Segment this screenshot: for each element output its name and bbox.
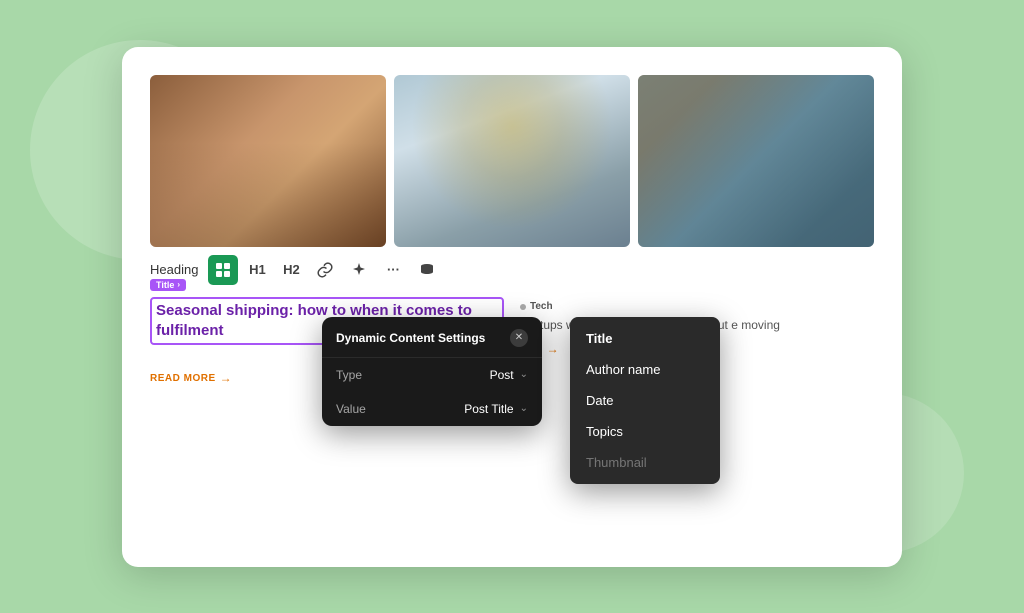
value-dropdown-menu: TitleAuthor nameDateTopicsThumbnail — [570, 317, 720, 484]
h1-button[interactable]: H1 — [242, 255, 272, 285]
dropdown-item-title[interactable]: Title — [570, 323, 720, 354]
main-card: Heading H1 H2 ··· — [122, 47, 902, 567]
dropdown-item-author-name[interactable]: Author name — [570, 354, 720, 385]
modal-value-value: Post Title — [464, 402, 513, 416]
modal-header: Dynamic Content Settings ✕ — [322, 317, 542, 358]
modal-value-row: Value Post Title ⌄ — [322, 392, 542, 426]
database-button[interactable] — [412, 255, 442, 285]
modal-type-value: Post — [490, 368, 514, 382]
h2-button[interactable]: H2 — [276, 255, 306, 285]
modal-type-chevron: ⌄ — [520, 369, 528, 380]
modal-type-select[interactable]: Post ⌄ — [490, 368, 528, 382]
article-tag-2: Tech — [520, 301, 553, 312]
modal-value-label: Value — [336, 402, 366, 416]
more-button[interactable]: ··· — [378, 255, 408, 285]
modal-overlay: Dynamic Content Settings ✕ Type Post ⌄ V… — [322, 317, 542, 426]
ai-button[interactable] — [344, 255, 374, 285]
dropdown-item-topics[interactable]: Topics — [570, 416, 720, 447]
modal-title: Dynamic Content Settings — [336, 331, 485, 345]
modal-type-label: Type — [336, 368, 362, 382]
read-more-arrow-1: → — [220, 371, 233, 385]
image-3 — [638, 75, 874, 247]
tag-dot-2 — [520, 304, 526, 310]
image-1 — [150, 75, 386, 247]
block-icon-button[interactable] — [208, 255, 238, 285]
title-badge: Title › — [150, 279, 186, 291]
modal-close-button[interactable]: ✕ — [510, 329, 528, 347]
title-badge-arrow: › — [177, 280, 180, 289]
modal-type-row: Type Post ⌄ — [322, 358, 542, 392]
dropdown-item-date[interactable]: Date — [570, 385, 720, 416]
modal-value-select[interactable]: Post Title ⌄ — [464, 402, 528, 416]
dynamic-content-modal: Dynamic Content Settings ✕ Type Post ⌄ V… — [322, 317, 542, 426]
link-button[interactable] — [310, 255, 340, 285]
toolbar-heading-label: Heading — [150, 262, 198, 277]
dropdown-item-thumbnail: Thumbnail — [570, 447, 720, 478]
toolbar: Heading H1 H2 ··· — [122, 247, 902, 293]
image-2 — [394, 75, 630, 247]
image-row — [122, 47, 902, 247]
modal-value-chevron: ⌄ — [520, 403, 528, 414]
read-more-arrow-2: → — [547, 342, 560, 356]
